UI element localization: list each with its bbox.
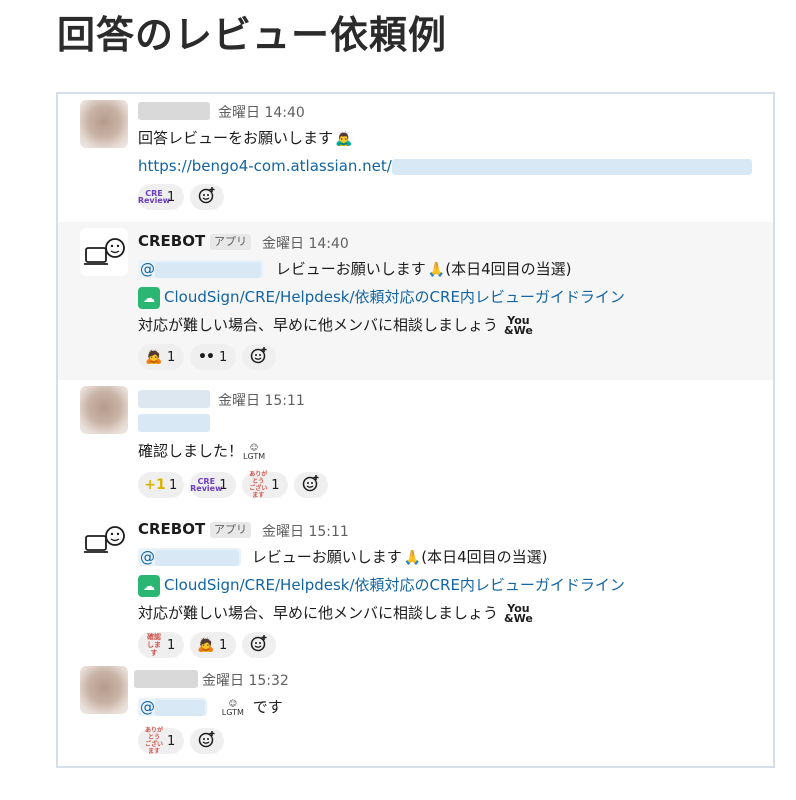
user-mention[interactable]: @ xyxy=(138,260,263,278)
reaction-bowing[interactable]: 🙇 1 xyxy=(138,344,184,370)
timestamp[interactable]: 金曜日 14:40 xyxy=(262,233,349,253)
request-line: @ レビューお願いします 🙏(本日4回目の当選) xyxy=(138,546,547,569)
reaction-cre-review[interactable]: CRE Review 1 xyxy=(190,472,237,498)
cloud-icon: ☁ xyxy=(138,574,160,597)
atlassian-link[interactable]: https://bengo4-com.atlassian.net/ xyxy=(138,157,392,175)
add-reaction-button[interactable] xyxy=(190,728,224,754)
message-link-row: https://bengo4-com.atlassian.net/ xyxy=(138,155,752,177)
add-reaction-button[interactable] xyxy=(242,344,276,370)
man-bowing-emoji: 🙇‍♂️ xyxy=(335,130,353,147)
reaction-arigatou[interactable]: ありがとう ございます 1 xyxy=(242,471,289,499)
reaction-kakunin-shimasu[interactable]: 確認 します 1 xyxy=(138,632,184,658)
timestamp[interactable]: 金曜日 15:11 xyxy=(262,521,349,541)
reaction-plus-one[interactable]: +1 1 xyxy=(138,472,185,498)
user-mention[interactable]: @ xyxy=(138,698,207,716)
pray-emoji: 🙏 xyxy=(427,261,446,278)
message-4-crebot: CREBOT アプリ 金曜日 15:11 @ レビューお願いします 🙏(本日4回目… xyxy=(58,510,773,660)
slack-thread-screenshot: 金曜日 14:40 回答レビューをお願いします 🙇‍♂️ https://beng… xyxy=(56,92,775,768)
reaction-bar: ありがとう ございます 1 xyxy=(138,727,224,755)
lgtm-emoji: ☺ LGTM xyxy=(221,698,244,717)
avatar[interactable] xyxy=(80,666,128,714)
crebot-avatar[interactable] xyxy=(80,516,128,564)
reaction-bar: +1 1 CRE Review 1 ありがとう ございます 1 xyxy=(138,471,329,499)
reaction-bowing[interactable]: 🙇 1 xyxy=(190,632,236,658)
guide-link-line: ☁ CloudSign/CRE/Helpdesk/依頼対応のCRE内レビューガイド… xyxy=(138,574,625,597)
plus-one-emoji: +1 xyxy=(144,477,166,493)
add-reaction-button[interactable] xyxy=(190,184,224,210)
kakunin-shimasu-emoji: 確認 します xyxy=(147,633,161,657)
note-line: 対応が難しい場合、早めに他メンバに相談しましょう You &We xyxy=(138,313,533,337)
pray-emoji: 🙏 xyxy=(403,549,422,566)
you-and-we-emoji: You &We xyxy=(504,601,533,625)
redacted-url xyxy=(391,158,752,175)
message-text: @ ☺ LGTM です xyxy=(138,698,283,717)
add-reaction-button[interactable] xyxy=(242,632,276,658)
cre-review-emoji: CRE Review xyxy=(137,189,171,205)
eyes-emoji: •• xyxy=(198,349,215,365)
reaction-bar: 確認 します 1 🙇 1 xyxy=(138,632,276,658)
crebot-avatar[interactable] xyxy=(80,228,128,276)
add-reaction-icon xyxy=(302,474,320,496)
sender-name[interactable]: CREBOT xyxy=(138,232,205,250)
arigatou-emoji: ありがとう ございます xyxy=(249,471,268,499)
redacted-username[interactable] xyxy=(138,390,210,408)
guideline-link[interactable]: CloudSign/CRE/Helpdesk/依頼対応のCRE内レビューガイドラ… xyxy=(164,288,625,306)
add-reaction-button[interactable] xyxy=(294,472,329,498)
guideline-link[interactable]: CloudSign/CRE/Helpdesk/依頼対応のCRE内レビューガイドラ… xyxy=(164,576,625,594)
app-badge: アプリ xyxy=(210,522,251,538)
avatar[interactable] xyxy=(80,386,128,434)
note-line: 対応が難しい場合、早めに他メンバに相談しましょう You &We xyxy=(138,601,533,625)
guide-link-line: ☁ CloudSign/CRE/Helpdesk/依頼対応のCRE内レビューガイド… xyxy=(138,286,625,309)
request-line: @ レビューお願いします 🙏(本日4回目の当選) xyxy=(138,258,571,281)
reaction-cre-review[interactable]: CRE Review 1 xyxy=(138,184,184,210)
redacted-username[interactable] xyxy=(138,102,210,120)
user-mention[interactable]: @ xyxy=(138,548,241,566)
message-3: 金曜日 15:11 確認しました！ ☺ LGTM +1 1 CRE Review 1 … xyxy=(58,380,773,510)
app-badge: アプリ xyxy=(210,234,251,250)
cloud-icon: ☁ xyxy=(138,286,160,309)
message-1: 金曜日 14:40 回答レビューをお願いします 🙇‍♂️ https://beng… xyxy=(58,94,773,222)
reaction-bar: CRE Review 1 xyxy=(138,184,224,210)
arigatou-emoji: ありがとう ございます xyxy=(145,727,164,755)
timestamp[interactable]: 金曜日 15:11 xyxy=(218,390,305,410)
timestamp[interactable]: 金曜日 14:40 xyxy=(218,102,305,122)
lgtm-emoji: ☺ LGTM xyxy=(243,442,266,461)
bowing-emoji: 🙇 xyxy=(197,637,215,653)
add-reaction-icon xyxy=(198,730,216,752)
message-2-crebot: CREBOT アプリ 金曜日 14:40 @ レビューお願いします 🙏(本日4回目… xyxy=(58,222,773,380)
avatar[interactable] xyxy=(80,100,128,148)
message-5: 金曜日 15:32 @ ☺ LGTM です ありがとう ございます 1 xyxy=(58,660,773,766)
reaction-bar: 🙇 1 •• 1 xyxy=(138,344,276,370)
add-reaction-icon xyxy=(250,346,268,368)
bowing-emoji: 🙇 xyxy=(145,349,163,365)
redacted-text xyxy=(138,414,210,432)
reaction-eyes[interactable]: •• 1 xyxy=(190,344,236,370)
page-title: 回答のレビュー依頼例 xyxy=(57,13,448,57)
message-text: 回答レビューをお願いします 🙇‍♂️ xyxy=(138,127,352,150)
sender-name[interactable]: CREBOT xyxy=(138,520,205,538)
cre-review-emoji: CRE Review xyxy=(190,477,223,493)
you-and-we-emoji: You &We xyxy=(504,313,533,337)
timestamp[interactable]: 金曜日 15:32 xyxy=(202,670,289,690)
add-reaction-icon xyxy=(250,634,268,656)
reaction-arigatou[interactable]: ありがとう ございます 1 xyxy=(138,727,184,755)
redacted-username[interactable] xyxy=(134,670,198,688)
add-reaction-icon xyxy=(198,186,216,208)
message-text: 確認しました！ ☺ LGTM xyxy=(138,442,266,461)
